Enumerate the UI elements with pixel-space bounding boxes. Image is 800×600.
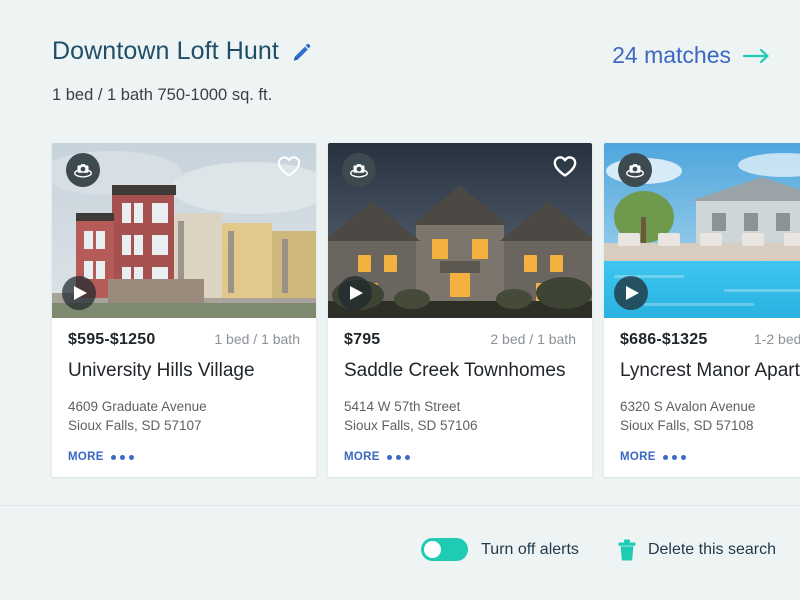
- listing-beds-baths: 1 bed / 1 bath: [214, 331, 300, 347]
- listing-price: $595-$1250: [68, 331, 156, 348]
- listing-name: Lyncrest Manor Apartments: [620, 360, 800, 381]
- listing-address: 6320 S Avalon Avenue Sioux Falls, SD 571…: [620, 397, 800, 435]
- address-line-2: Sioux Falls, SD 57106: [344, 418, 478, 433]
- listing-details: $795 2 bed / 1 bath Saddle Creek Townhom…: [328, 318, 592, 477]
- alerts-toggle-label: Turn off alerts: [481, 540, 579, 558]
- search-criteria-summary: 1 bed / 1 bath 750-1000 sq. ft.: [52, 86, 273, 104]
- listing-beds-baths: 1-2 bed / 1 bath: [753, 331, 800, 347]
- page-footer: Turn off alerts Delete this search: [0, 506, 800, 600]
- address-line-2: Sioux Falls, SD 57107: [68, 418, 202, 433]
- delete-search-label: Delete this search: [647, 540, 776, 558]
- ellipsis-icon: [662, 454, 686, 460]
- ellipsis-icon: [386, 454, 410, 460]
- matches-link[interactable]: 24 matches: [612, 42, 772, 69]
- trash-icon: [617, 539, 637, 561]
- favorite-heart-icon[interactable]: [551, 152, 579, 180]
- address-line-1: 5414 W 57th Street: [344, 399, 461, 414]
- listing-photo[interactable]: [328, 143, 592, 318]
- price-row: $595-$1250 1 bed / 1 bath: [68, 331, 300, 349]
- more-label: MORE: [344, 451, 380, 463]
- alerts-toggle[interactable]: Turn off alerts: [421, 538, 579, 561]
- arrow-right-icon: [742, 46, 772, 66]
- listing-price: $686-$1325: [620, 331, 708, 348]
- play-icon[interactable]: [614, 276, 648, 310]
- toggle-knob: [424, 541, 442, 558]
- toggle-switch[interactable]: [421, 538, 469, 561]
- listing-details: $595-$1250 1 bed / 1 bath University Hil…: [52, 318, 316, 477]
- matches-count-label: 24 matches: [612, 42, 731, 68]
- title-row: Downtown Loft Hunt: [52, 37, 313, 66]
- page-header: Downtown Loft Hunt 1 bed / 1 bath 750-10…: [0, 0, 800, 125]
- more-button[interactable]: MORE: [68, 451, 300, 463]
- listing-card[interactable]: $595-$1250 1 bed / 1 bath University Hil…: [52, 143, 316, 477]
- saved-search-page: Downtown Loft Hunt 1 bed / 1 bath 750-10…: [0, 0, 800, 600]
- camera-360-icon[interactable]: [342, 153, 376, 187]
- listing-address: 4609 Graduate Avenue Sioux Falls, SD 571…: [68, 397, 300, 435]
- footer-actions: Turn off alerts Delete this search: [421, 538, 776, 561]
- price-row: $795 2 bed / 1 bath: [344, 331, 576, 349]
- listing-price: $795: [344, 331, 381, 348]
- listing-details: $686-$1325 1-2 bed / 1 bath Lyncrest Man…: [604, 318, 800, 477]
- address-line-2: Sioux Falls, SD 57108: [620, 418, 754, 433]
- camera-360-icon[interactable]: [618, 153, 652, 187]
- more-label: MORE: [620, 451, 656, 463]
- more-button[interactable]: MORE: [620, 451, 800, 463]
- play-icon[interactable]: [338, 276, 372, 310]
- price-row: $686-$1325 1-2 bed / 1 bath: [620, 331, 800, 349]
- play-icon[interactable]: [62, 276, 96, 310]
- pencil-icon[interactable]: [291, 41, 313, 63]
- more-label: MORE: [68, 451, 104, 463]
- listing-name: Saddle Creek Townhomes: [344, 360, 566, 381]
- listing-card[interactable]: $686-$1325 1-2 bed / 1 bath Lyncrest Man…: [604, 143, 800, 477]
- listing-photo[interactable]: [52, 143, 316, 318]
- listing-photo[interactable]: [604, 143, 800, 318]
- listing-card[interactable]: $795 2 bed / 1 bath Saddle Creek Townhom…: [328, 143, 592, 477]
- address-line-1: 4609 Graduate Avenue: [68, 399, 207, 414]
- more-button[interactable]: MORE: [344, 451, 576, 463]
- ellipsis-icon: [110, 454, 134, 460]
- delete-search-button[interactable]: Delete this search: [617, 539, 776, 561]
- listing-beds-baths: 2 bed / 1 bath: [490, 331, 576, 347]
- address-line-1: 6320 S Avalon Avenue: [620, 399, 756, 414]
- listing-address: 5414 W 57th Street Sioux Falls, SD 57106: [344, 397, 576, 435]
- listing-card-list: $595-$1250 1 bed / 1 bath University Hil…: [52, 143, 800, 477]
- camera-360-icon[interactable]: [66, 153, 100, 187]
- favorite-heart-icon[interactable]: [275, 152, 303, 180]
- page-title: Downtown Loft Hunt: [52, 37, 279, 65]
- listing-name: University Hills Village: [68, 360, 255, 381]
